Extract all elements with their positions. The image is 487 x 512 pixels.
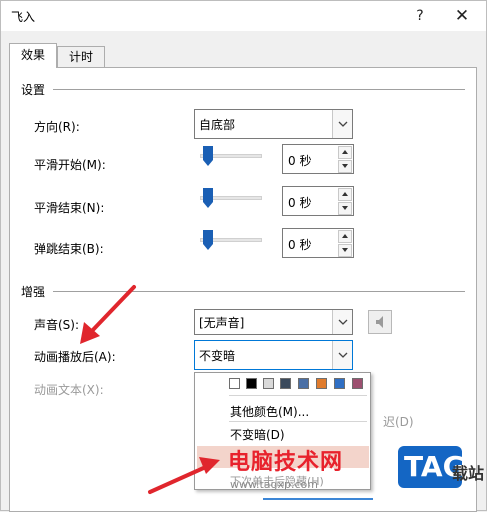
spin-up-icon[interactable] <box>338 230 352 243</box>
slider-thumb[interactable] <box>203 188 213 208</box>
sound-combobox[interactable]: [无声音] <box>194 309 353 335</box>
menu-separator <box>229 395 367 396</box>
watermark-url: www.tagxp.com <box>230 478 318 491</box>
direction-value: 自底部 <box>199 118 236 132</box>
tab-timing[interactable]: 计时 <box>57 46 105 67</box>
sound-value: [无声音] <box>199 316 245 330</box>
color-swatch[interactable] <box>280 378 291 389</box>
direction-combobox[interactable]: 自底部 <box>194 109 353 139</box>
after-animation-label: 动画播放后(A): <box>34 350 116 364</box>
sound-volume-button[interactable] <box>368 310 392 334</box>
close-button[interactable]: ✕ <box>447 4 477 28</box>
slider-thumb[interactable] <box>203 230 213 250</box>
menu-separator <box>229 421 367 422</box>
chevron-down-icon[interactable] <box>332 310 352 334</box>
tab-effect[interactable]: 效果 <box>9 43 57 68</box>
settings-divider <box>53 89 465 90</box>
speaker-icon <box>376 316 383 328</box>
color-swatch[interactable] <box>352 378 363 389</box>
spin-down-icon[interactable] <box>338 202 352 215</box>
color-swatch[interactable] <box>334 378 345 389</box>
after-animation-value: 不变暗 <box>199 349 236 363</box>
menu-item-more-colors[interactable]: 其他颜色(M)... <box>230 403 309 420</box>
ok-button-edge[interactable] <box>263 498 373 512</box>
watermark-side-text: 载站 <box>452 464 485 483</box>
smooth-end-slider[interactable] <box>200 188 264 208</box>
enhance-group-label: 增强 <box>21 285 46 299</box>
bounce-end-slider[interactable] <box>200 230 264 250</box>
bounce-end-label: 弹跳结束(B): <box>34 242 104 256</box>
spin-up-icon[interactable] <box>338 146 352 159</box>
spin-down-icon[interactable] <box>338 244 352 257</box>
settings-group-label: 设置 <box>21 83 46 97</box>
animate-text-label: 动画文本(X): <box>34 383 104 397</box>
title-bar: 飞入 ? ✕ <box>1 1 486 31</box>
color-swatch[interactable] <box>229 378 240 389</box>
spin-up-icon[interactable] <box>338 188 352 201</box>
color-swatch[interactable] <box>246 378 257 389</box>
color-swatch[interactable] <box>263 378 274 389</box>
enhance-divider <box>53 291 465 292</box>
smooth-end-label: 平滑结束(N): <box>34 201 105 215</box>
color-swatch[interactable] <box>316 378 327 389</box>
dialog-title: 飞入 <box>11 10 36 24</box>
menu-item-no-dim[interactable]: 不变暗(D) <box>230 426 285 443</box>
after-animation-combobox[interactable]: 不变暗 <box>194 340 353 370</box>
smooth-start-slider[interactable] <box>200 146 264 166</box>
smooth-start-label: 平滑开始(M): <box>34 158 106 172</box>
smooth-start-spinbox[interactable]: 0 秒 <box>282 144 354 174</box>
smooth-end-value: 0 秒 <box>288 196 312 210</box>
color-swatch[interactable] <box>298 378 309 389</box>
animation-dialog: 飞入 ? ✕ 效果 计时 设置 方向(R): 自底部 平滑开始(M): 0 秒 … <box>0 0 487 512</box>
smooth-start-value: 0 秒 <box>288 154 312 168</box>
delay-label-partial: 迟(D) <box>383 415 414 429</box>
help-button[interactable]: ? <box>405 4 435 28</box>
smooth-end-spinbox[interactable]: 0 秒 <box>282 186 354 216</box>
chevron-down-icon[interactable] <box>332 110 352 138</box>
chevron-down-icon[interactable] <box>332 341 352 369</box>
spin-down-icon[interactable] <box>338 160 352 173</box>
bounce-end-value: 0 秒 <box>288 238 312 252</box>
sound-label: 声音(S): <box>34 318 80 332</box>
watermark-text: 电脑技术网 <box>228 450 344 475</box>
bounce-end-spinbox[interactable]: 0 秒 <box>282 228 354 258</box>
direction-label: 方向(R): <box>34 120 80 134</box>
slider-thumb[interactable] <box>203 146 213 166</box>
